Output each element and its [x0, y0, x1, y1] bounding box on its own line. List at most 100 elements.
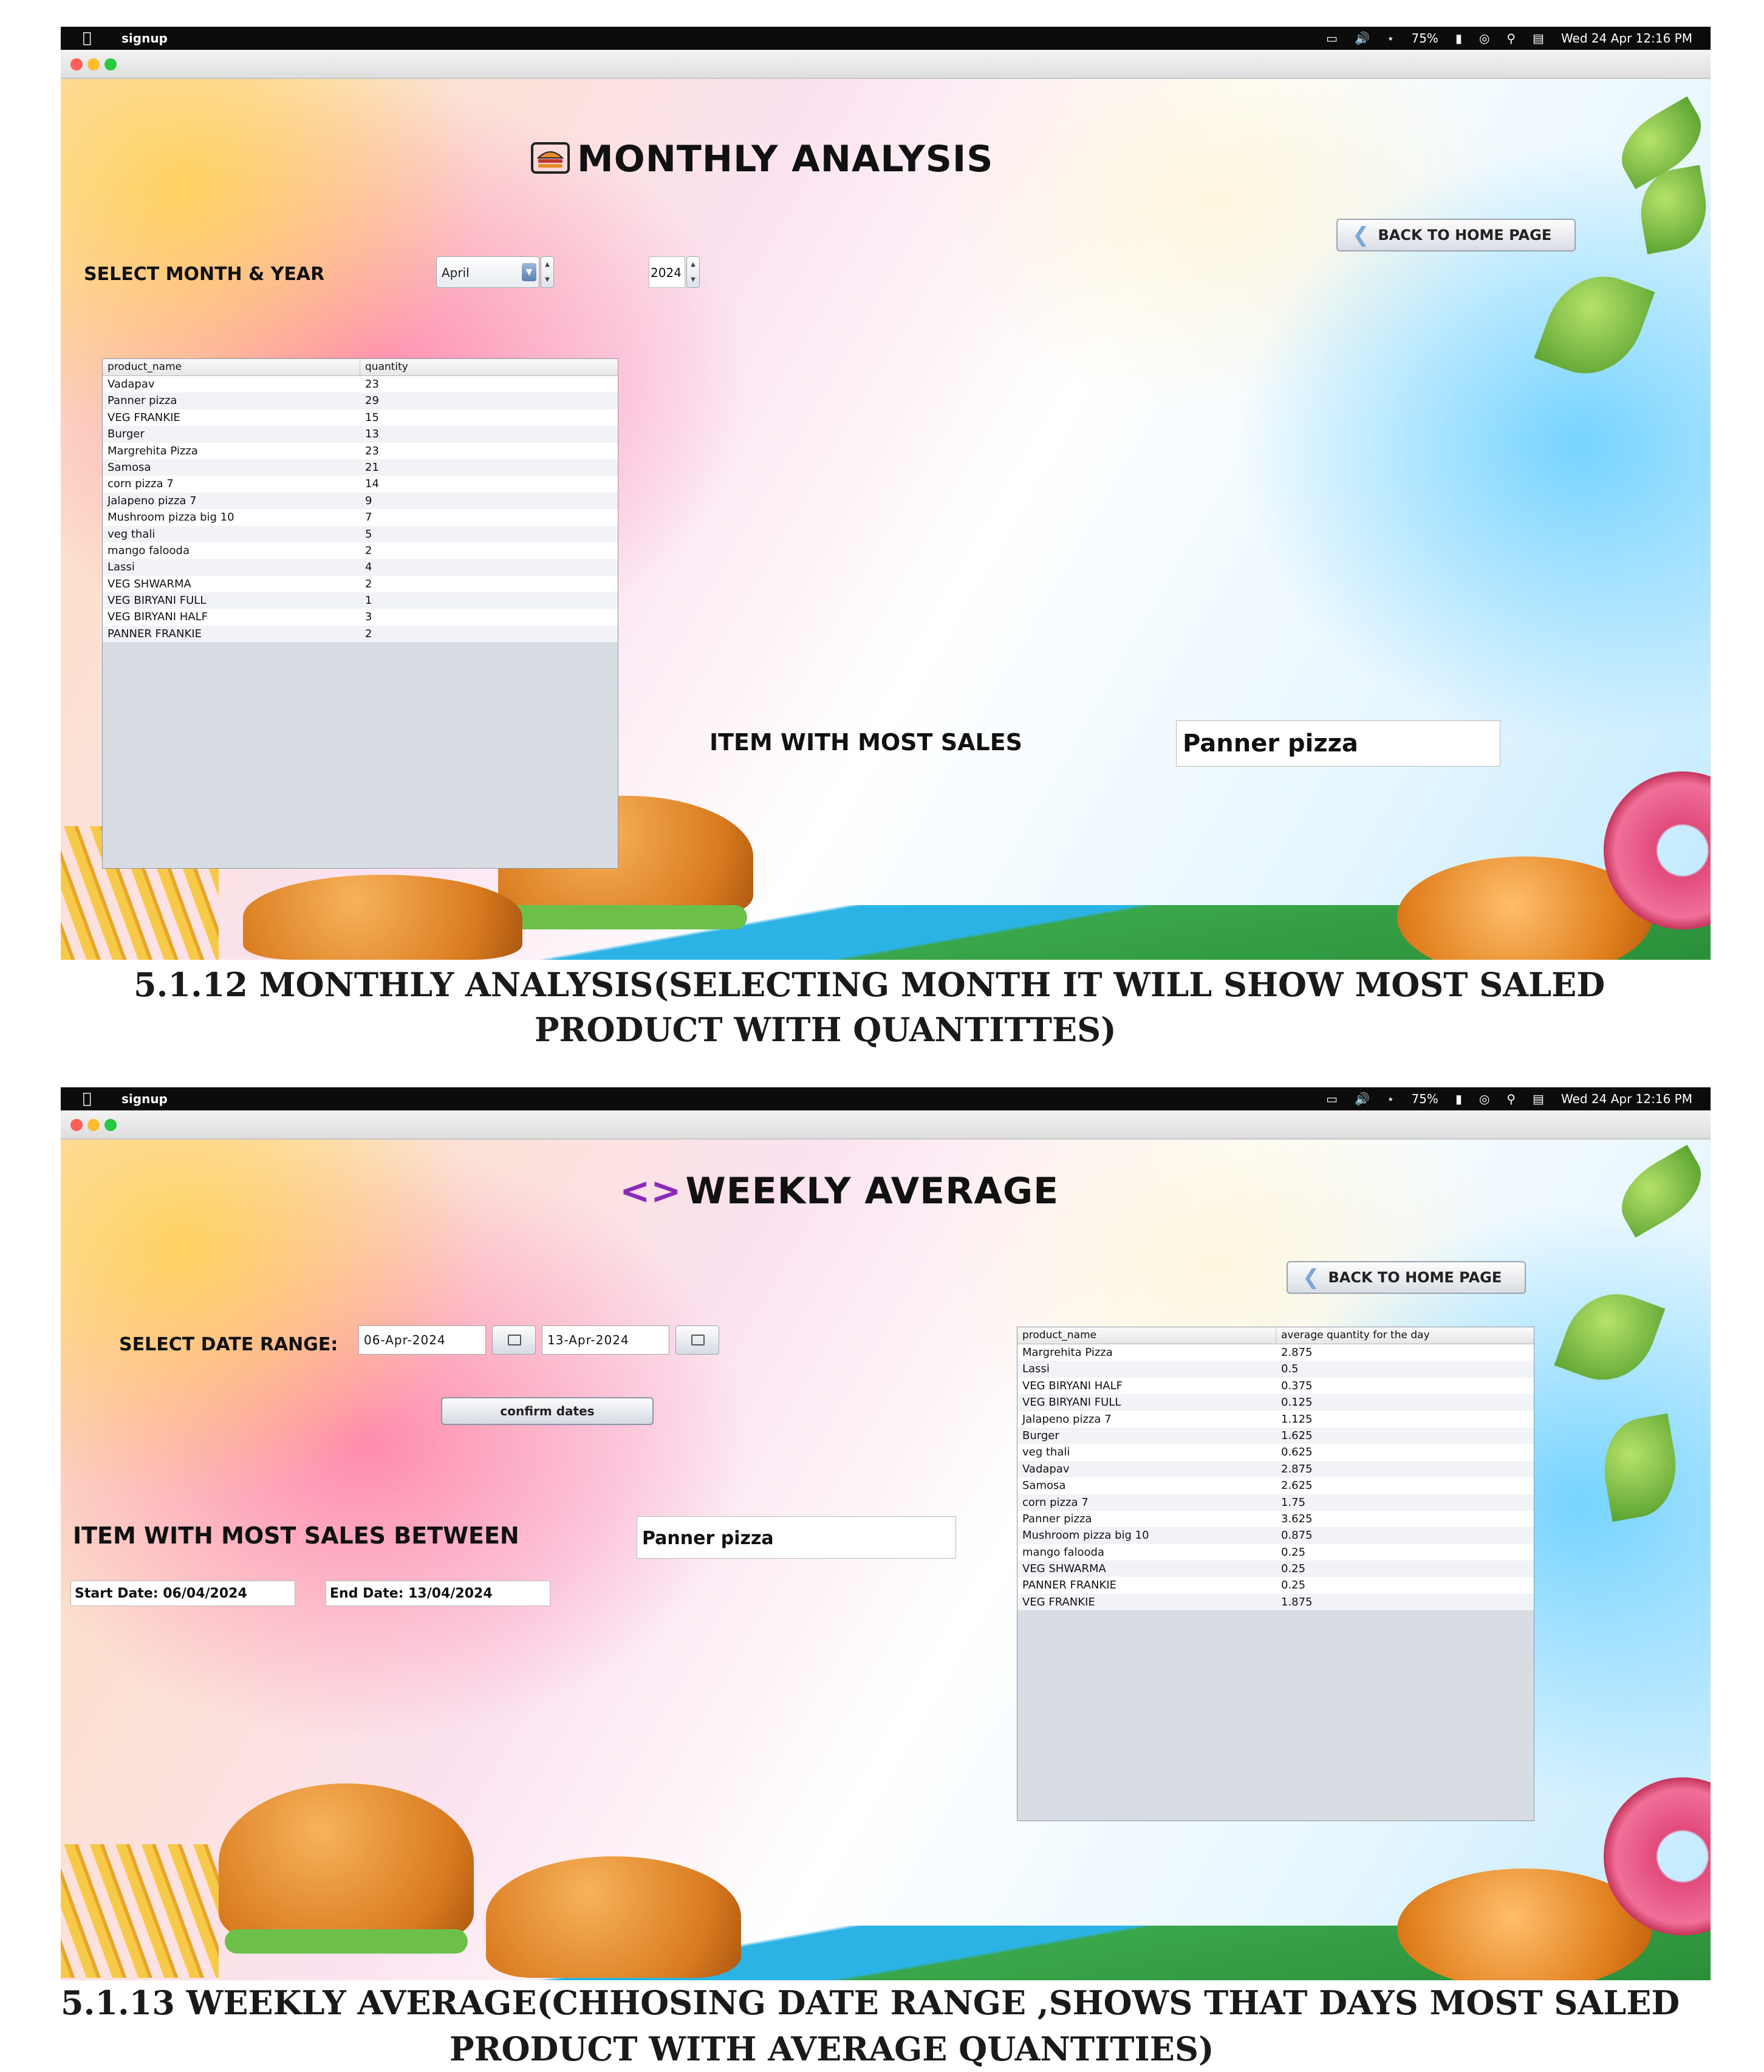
caption-line: 5.1.12 MONTHLY ANALYSIS(SELECTING MONTH … [134, 965, 1605, 1004]
column-header[interactable]: product_name [103, 359, 360, 375]
back-chevron-icon: ❮ [1352, 223, 1370, 247]
display-icon[interactable]: ▭ [1326, 31, 1338, 46]
spin-up-icon[interactable]: ▲ [687, 257, 699, 272]
table-row[interactable]: PANNER FRANKIE 0.25 [1017, 1577, 1534, 1594]
month-select[interactable]: April ▼ [436, 256, 539, 288]
quantity-cell: 13 [365, 428, 379, 441]
zoom-window-button[interactable] [104, 1119, 117, 1131]
control-center-icon[interactable]: ▤ [1533, 31, 1544, 46]
product-name-cell: VEG BIRYANI FULL [1022, 1396, 1121, 1409]
quantity-cell: 0.875 [1281, 1529, 1313, 1542]
table-row[interactable]: Panner pizza 29 [103, 392, 618, 409]
table-row[interactable]: veg thali 0.625 [1017, 1444, 1534, 1461]
table-row[interactable]: Samosa 2.625 [1017, 1477, 1534, 1494]
volume-icon[interactable]: 🔊 [1355, 1092, 1370, 1106]
table-row[interactable]: Margrehita Pizza 23 [103, 442, 618, 459]
spin-down-icon[interactable]: ▼ [541, 272, 553, 287]
table-row[interactable]: veg thali 5 [103, 525, 618, 542]
table-row[interactable]: mango falooda 0.25 [1017, 1544, 1534, 1561]
weekly-average-table[interactable]: product_name average quantity for the da… [1017, 1327, 1534, 1821]
control-center-icon[interactable]: ▤ [1533, 1092, 1544, 1106]
minimize-window-button[interactable] [87, 58, 100, 70]
table-row[interactable]: Mushroom pizza big 10 0.875 [1017, 1527, 1534, 1544]
product-name-cell: Samosa [1022, 1479, 1066, 1492]
column-header[interactable]: average quantity for the day [1276, 1327, 1534, 1344]
table-row[interactable]: VEG BIRYANI HALF 3 [103, 609, 618, 626]
table-row[interactable]: VEG SHWARMA 2 [103, 575, 618, 593]
battery-icon[interactable]: ▮ [1455, 31, 1462, 46]
month-spinner[interactable]: ▲ ▼ [541, 256, 554, 288]
quantity-cell: 2.875 [1281, 1346, 1313, 1359]
apple-icon[interactable]:  [83, 29, 91, 46]
display-icon[interactable]: ▭ [1326, 1092, 1338, 1106]
table-row[interactable]: VEG FRANKIE 15 [103, 409, 618, 426]
volume-icon[interactable]: 🔊 [1355, 31, 1370, 46]
end-date-input[interactable]: 13-Apr-2024 [542, 1325, 669, 1355]
clock[interactable]: Wed 24 Apr 12:16 PM [1561, 1092, 1692, 1106]
back-to-home-button[interactable]: ❮ BACK TO HOME PAGE [1287, 1261, 1526, 1294]
quantity-cell: 14 [365, 477, 379, 491]
table-row[interactable]: VEG BIRYANI HALF 0.375 [1017, 1377, 1534, 1395]
table-row[interactable]: VEG BIRYANI FULL 0.125 [1017, 1394, 1534, 1411]
wifi-icon[interactable]: ◎ [1479, 1092, 1489, 1106]
year-spinner[interactable]: ▲ ▼ [686, 256, 700, 288]
table-row[interactable]: Jalapeno pizza 7 1.125 [1017, 1410, 1534, 1427]
table-row[interactable]: VEG SHWARMA 0.25 [1017, 1561, 1534, 1578]
table-row[interactable]: corn pizza 7 1.75 [1017, 1494, 1534, 1511]
table-row[interactable]: Vadapav 23 [103, 376, 618, 393]
table-row[interactable]: PANNER FRANKIE 2 [103, 625, 618, 643]
zoom-window-button[interactable] [104, 58, 117, 70]
product-name-cell: Samosa [108, 460, 151, 474]
apple-icon[interactable]:  [83, 1090, 91, 1107]
table-row[interactable]: Panner pizza 3.625 [1017, 1510, 1534, 1528]
table-row[interactable]: mango falooda 2 [103, 542, 618, 559]
close-window-button[interactable] [70, 58, 83, 70]
wifi-icon[interactable]: ◎ [1479, 31, 1489, 46]
bluetooth-icon[interactable]: ⋆ [1387, 31, 1395, 46]
table-row[interactable]: Lassi 4 [103, 559, 618, 576]
spin-up-icon[interactable]: ▲ [541, 257, 553, 272]
table-row[interactable]: Samosa 21 [103, 459, 618, 476]
search-icon[interactable]: ⚲ [1506, 1092, 1516, 1106]
back-to-home-button[interactable]: ❮ BACK TO HOME PAGE [1336, 219, 1576, 251]
table-row[interactable]: corn pizza 7 14 [103, 476, 618, 493]
column-header[interactable]: product_name [1017, 1327, 1276, 1344]
product-name-cell: veg thali [108, 527, 156, 541]
end-date-calendar-button[interactable] [675, 1325, 719, 1355]
table-row[interactable]: VEG BIRYANI FULL 1 [103, 592, 618, 609]
most-sales-field[interactable]: Panner pizza [1176, 720, 1500, 767]
spin-down-icon[interactable]: ▼ [687, 272, 699, 287]
start-date-calendar-button[interactable] [492, 1325, 536, 1355]
confirm-dates-button[interactable]: confirm dates [441, 1397, 654, 1425]
status-area: ▭ 🔊 ⋆ 75% ▮ ◎ ⚲ ▤ Wed 24 Apr 12:16 PM [1326, 31, 1692, 46]
clock[interactable]: Wed 24 Apr 12:16 PM [1561, 31, 1692, 46]
burger-decoration [219, 1783, 474, 1941]
battery-icon[interactable]: ▮ [1455, 1092, 1462, 1106]
column-header[interactable]: quantity [360, 359, 618, 375]
table-row[interactable]: Burger 1.625 [1017, 1427, 1534, 1445]
battery-percent[interactable]: 75% [1411, 1092, 1438, 1106]
table-row[interactable]: Jalapeno pizza 7 9 [103, 492, 618, 510]
start-date-input[interactable]: 06-Apr-2024 [358, 1325, 486, 1355]
minimize-window-button[interactable] [87, 1119, 100, 1131]
year-input[interactable]: 2024 [649, 256, 685, 288]
table-row[interactable]: Lassi 0.5 [1017, 1361, 1534, 1378]
table-row[interactable]: Burger 13 [103, 426, 618, 443]
table-row[interactable]: Mushroom pizza big 10 7 [103, 509, 618, 526]
burger-decoration [225, 1929, 468, 1954]
most-sales-label: ITEM WITH MOST SALES [709, 729, 1023, 756]
table-row[interactable]: VEG FRANKIE 1.875 [1017, 1593, 1534, 1611]
quantity-cell: 9 [365, 494, 372, 507]
table-row[interactable]: Margrehita Pizza 2.875 [1017, 1344, 1534, 1361]
most-sales-between-field[interactable]: Panner pizza [637, 1516, 956, 1559]
app-name[interactable]: signup [121, 31, 168, 46]
table-row[interactable]: Vadapav 2.875 [1017, 1460, 1534, 1478]
chevron-down-icon[interactable]: ▼ [522, 263, 536, 281]
bluetooth-icon[interactable]: ⋆ [1387, 1092, 1395, 1106]
monthly-sales-table[interactable]: product_name quantity Vadapav 23 Panner pi… [102, 358, 618, 869]
battery-percent[interactable]: 75% [1411, 31, 1438, 46]
quantity-cell: 21 [365, 460, 379, 474]
close-window-button[interactable] [70, 1119, 83, 1131]
search-icon[interactable]: ⚲ [1506, 31, 1516, 46]
app-name[interactable]: signup [121, 1092, 168, 1106]
